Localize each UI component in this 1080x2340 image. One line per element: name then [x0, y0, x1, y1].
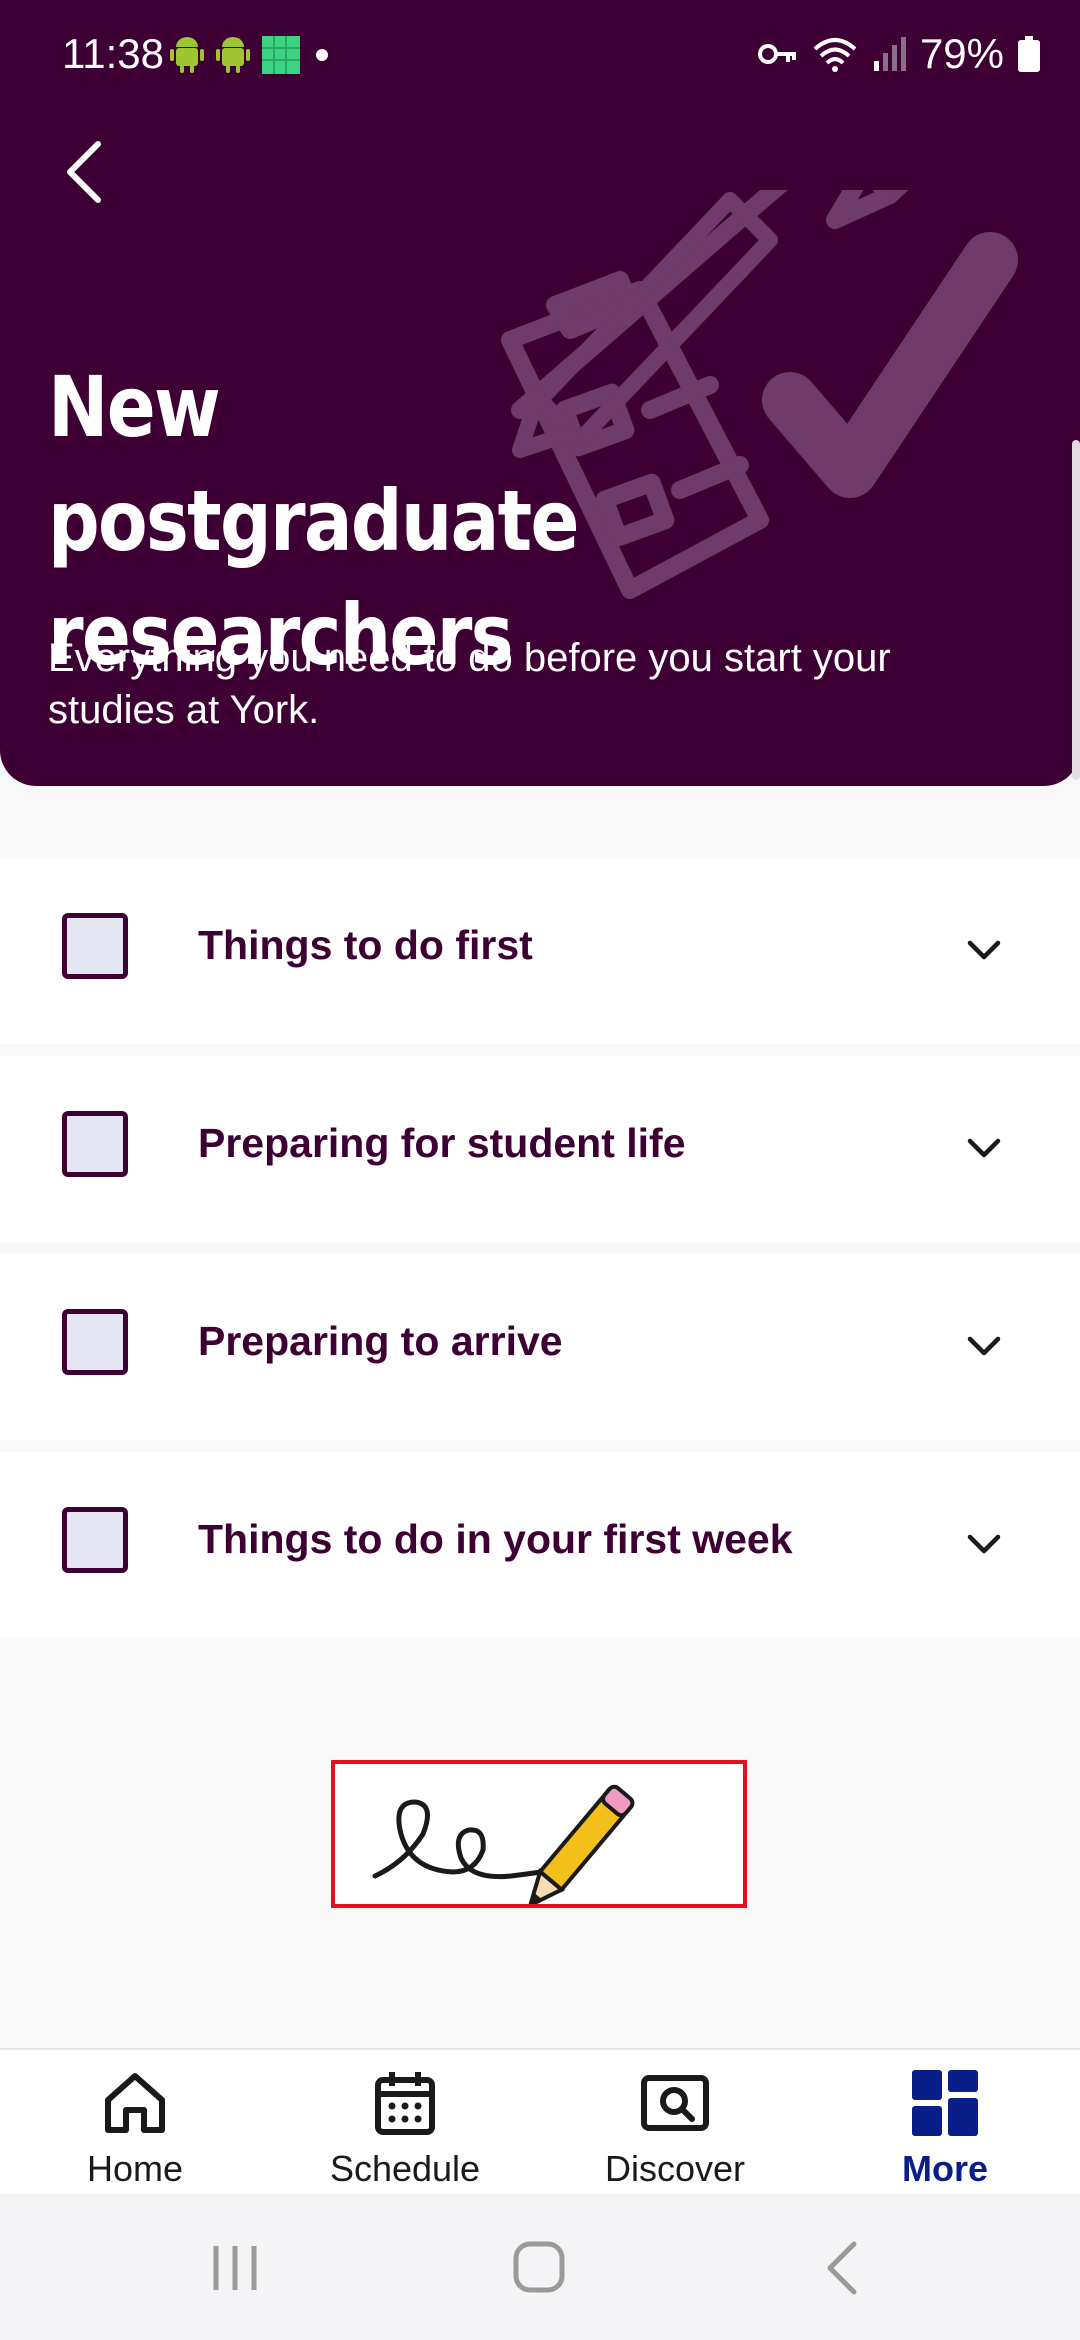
signal-icon: [873, 37, 906, 71]
nav-label: Home: [86, 2148, 184, 2189]
checklist: Things to do first Preparing for student…: [0, 858, 1080, 1650]
checklist-item[interactable]: Preparing for student life: [0, 1056, 1080, 1242]
checkbox[interactable]: [62, 1111, 128, 1177]
checkbox[interactable]: [62, 1507, 128, 1573]
vpn-key-icon: [757, 44, 796, 64]
wifi-icon: [813, 38, 857, 72]
status-time: 11:38: [62, 30, 164, 77]
checklist-item-label: Things to do in your first week: [198, 1516, 793, 1562]
system-navigation-bar: [0, 2194, 1080, 2340]
nav-label: More: [901, 2148, 988, 2189]
chevron-down-icon[interactable]: [966, 1131, 1002, 1167]
back-arrow-icon[interactable]: [56, 136, 116, 208]
chevron-down-icon[interactable]: [966, 1527, 1002, 1563]
nav-label: Discover: [604, 2148, 746, 2189]
status-bar: 11:38 79%: [0, 0, 1080, 116]
sheet-app-icon: [262, 36, 300, 74]
nav-home[interactable]: Home: [0, 2050, 270, 2196]
nav-more[interactable]: More: [810, 2050, 1080, 2196]
checklist-item-label: Preparing for student life: [198, 1120, 686, 1166]
status-right: 79%: [757, 30, 1040, 78]
search-icon: [641, 2075, 709, 2131]
checklist-item-label: Preparing to arrive: [198, 1318, 563, 1364]
dot-icon: [316, 49, 328, 61]
checklist-item[interactable]: Preparing to arrive: [0, 1254, 1080, 1440]
nav-discover[interactable]: Discover: [540, 2050, 810, 2196]
chevron-down-icon[interactable]: [966, 933, 1002, 969]
checklist-item[interactable]: Things to do first: [0, 858, 1080, 1044]
android-icon: [216, 37, 250, 73]
checkbox[interactable]: [62, 1309, 128, 1375]
chevron-down-icon[interactable]: [966, 1329, 1002, 1365]
android-icon: [170, 37, 204, 73]
nav-schedule[interactable]: Schedule: [270, 2050, 540, 2196]
home-button-icon[interactable]: [510, 2238, 570, 2298]
nav-label: Schedule: [329, 2148, 481, 2189]
signature-image: [331, 1760, 747, 1910]
checklist-item[interactable]: Things to do in your first week: [0, 1452, 1080, 1638]
system-back-icon[interactable]: [818, 2238, 868, 2298]
home-icon: [105, 2073, 165, 2133]
bottom-navigation: Home Schedule Discover More: [0, 2048, 1080, 2196]
recent-apps-icon[interactable]: [210, 2238, 260, 2298]
signature-pencil-icon: [372, 1784, 635, 1910]
page-subtitle: Everything you need to do before you sta…: [48, 636, 891, 732]
scrollbar[interactable]: [1072, 440, 1080, 780]
battery-percent: 79%: [919, 30, 1004, 77]
grid-icon: [912, 2070, 978, 2136]
notification-icons: [170, 36, 332, 74]
battery-icon: [1018, 36, 1040, 72]
calendar-icon: [375, 2072, 435, 2135]
checkbox[interactable]: [62, 913, 128, 979]
header-banner: 11:38 79% New postgraduate researchers E…: [0, 0, 1080, 786]
checklist-item-label: Things to do first: [198, 922, 533, 968]
